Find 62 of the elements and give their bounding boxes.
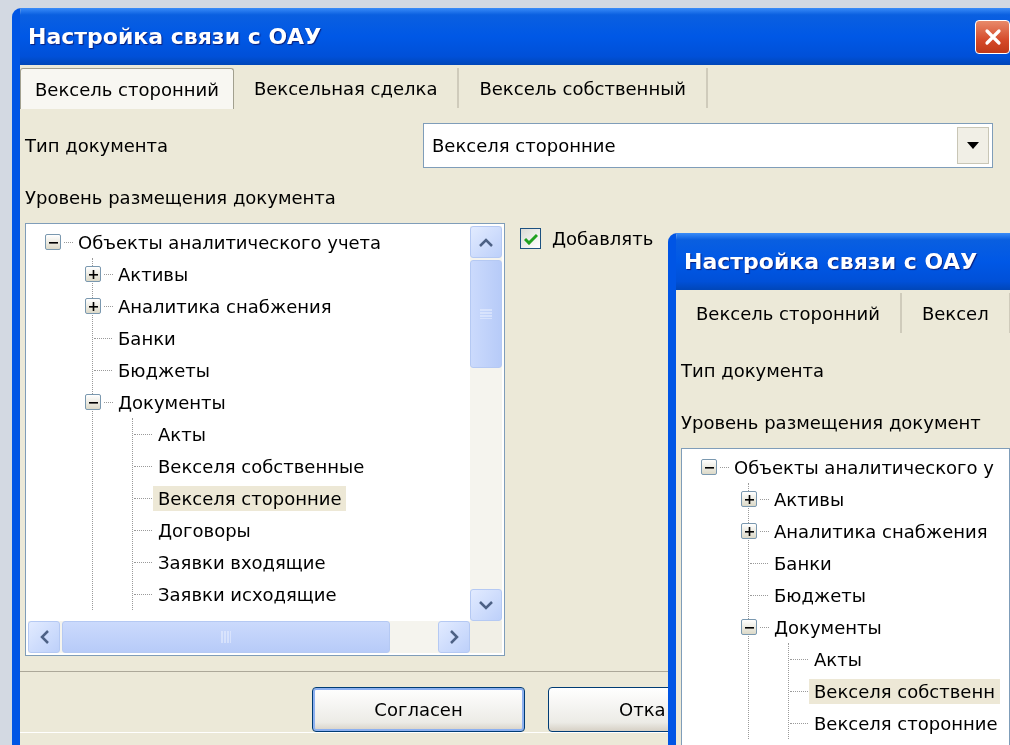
window-title: Настройка связи с ОАУ <box>684 249 978 274</box>
tree-item[interactable]: Объекты аналитического учета <box>73 229 387 255</box>
tree-item[interactable]: Акты <box>809 646 867 672</box>
scroll-down-button[interactable] <box>470 589 502 621</box>
close-button[interactable] <box>975 19 1010 54</box>
tree-item[interactable]: Акты <box>153 421 211 447</box>
field-label: Уровень размещения документа <box>24 186 337 210</box>
tree-item[interactable]: Объекты аналитического у <box>729 454 999 480</box>
scrollbar-thumb[interactable] <box>62 621 390 653</box>
chevron-left-icon <box>39 630 49 644</box>
window-title: Настройка связи с ОАУ <box>28 24 322 49</box>
checkbox-label: Добавлять <box>552 228 654 249</box>
collapse-icon[interactable] <box>45 234 61 250</box>
tab[interactable]: Вексел <box>901 293 1010 333</box>
tree-item[interactable]: Векселя сторонние <box>153 485 347 511</box>
tree-item[interactable]: Документы <box>769 614 887 640</box>
agree-button[interactable]: Согласен <box>312 687 525 732</box>
close-icon <box>983 27 1002 46</box>
tab[interactable]: Вексель сторонний <box>676 293 902 333</box>
field-label: Тип документа <box>25 135 170 156</box>
checkmark-icon <box>523 232 538 245</box>
field-label: Тип документа <box>681 360 825 381</box>
tree-item[interactable]: Заявки входящие <box>153 549 331 575</box>
scroll-up-button[interactable] <box>470 226 502 258</box>
tab[interactable]: Вексельная сделка <box>233 68 460 108</box>
collapse-icon[interactable] <box>85 394 101 410</box>
chevron-right-icon <box>449 630 459 644</box>
tree-item[interactable]: Бюджеты <box>769 582 871 608</box>
horizontal-scrollbar[interactable] <box>28 621 470 653</box>
collapse-icon[interactable] <box>741 619 757 635</box>
tree-item[interactable]: Банки <box>113 325 181 351</box>
tab[interactable]: Вексель собственный <box>459 68 709 108</box>
tree-item[interactable]: Бюджеты <box>113 357 215 383</box>
tree-item[interactable]: Документы <box>113 389 231 415</box>
tree-item[interactable]: Векселя собственные <box>153 453 370 479</box>
field-label: Уровень размещения документ <box>680 411 982 435</box>
dropdown-button[interactable] <box>957 127 989 164</box>
checkbox[interactable] <box>520 228 541 249</box>
tab[interactable]: Вексель сторонний <box>20 68 234 109</box>
scroll-right-button[interactable] <box>438 621 470 653</box>
tree-item[interactable]: Заявки исходящие <box>153 581 342 607</box>
collapse-icon[interactable] <box>701 459 717 475</box>
vertical-scrollbar[interactable] <box>470 226 502 621</box>
tree-item[interactable]: Банки <box>769 550 837 576</box>
expand-icon[interactable] <box>85 298 101 314</box>
tree-item[interactable]: Векселя сторонние <box>809 710 1003 736</box>
document-type-dropdown[interactable]: Векселя сторонние <box>423 123 993 168</box>
tree-item[interactable]: Активы <box>113 261 194 287</box>
scrollbar-corner <box>470 621 502 653</box>
tree-item[interactable]: Аналитика снабжения <box>769 518 993 544</box>
tree-item[interactable]: Договоры <box>153 517 256 543</box>
expand-icon[interactable] <box>741 491 757 507</box>
tree-item[interactable]: Векселя собственн <box>809 678 1000 704</box>
caret-icon <box>967 142 979 149</box>
chevron-up-icon <box>479 237 493 247</box>
scrollbar-thumb[interactable] <box>470 260 502 368</box>
scroll-left-button[interactable] <box>28 621 60 653</box>
tree-item[interactable]: Активы <box>769 486 850 512</box>
tree-item[interactable]: Аналитика снабжения <box>113 293 337 319</box>
chevron-down-icon <box>479 600 493 610</box>
expand-icon[interactable] <box>741 523 757 539</box>
expand-icon[interactable] <box>85 266 101 282</box>
